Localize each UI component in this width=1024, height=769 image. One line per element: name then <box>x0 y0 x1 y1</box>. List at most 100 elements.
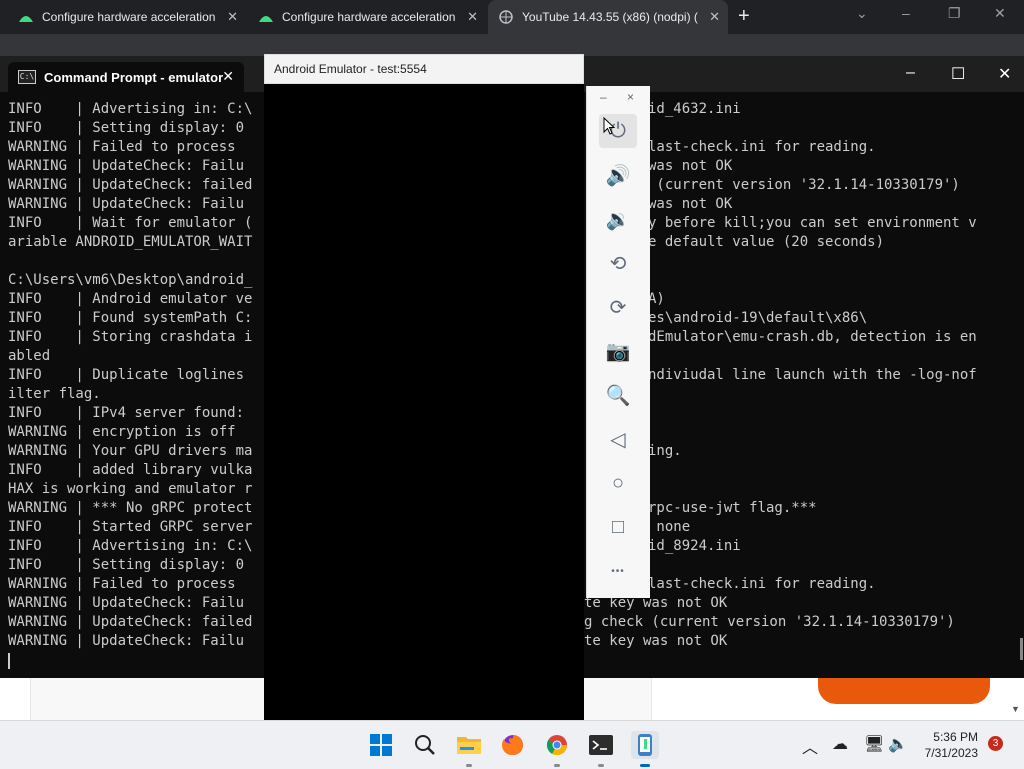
firefox-icon[interactable] <box>499 731 527 759</box>
terminal-line-right: rpc-use-jwt flag.*** <box>648 500 817 516</box>
terminal-line-right: g check (current version '32.1.14-103301… <box>584 614 955 630</box>
terminal-line: WARNING | *** No gRPC protect <box>8 500 253 516</box>
terminal-line: WARNING | Your GPU drivers ma <box>8 443 253 459</box>
android-studio-icon <box>259 16 273 22</box>
terminal-line: INFO | Advertising in: C:\ <box>8 101 253 117</box>
terminal-line-right: last-check.ini for reading. <box>648 139 876 155</box>
close-icon[interactable]: ✕ <box>467 9 478 25</box>
zoom-button[interactable]: 🔍 <box>599 378 637 412</box>
overview-button[interactable]: □ <box>599 510 637 544</box>
terminal-line: INFO | Found systemPath C: <box>8 310 253 326</box>
terminal-line-right: e default value (20 seconds) <box>648 234 885 250</box>
clock[interactable]: 5:36 PM 7/31/2023 <box>908 729 978 761</box>
screenshot-button[interactable]: 📷 <box>599 334 637 368</box>
notification-badge[interactable]: 3 <box>988 736 1003 751</box>
terminal-line-right: es\android-19\default\x86\ <box>648 310 868 326</box>
cloud-off-icon[interactable]: ☁ <box>832 734 848 754</box>
terminal-line: WARNING | Failed to process <box>8 576 236 592</box>
terminal-line-right: was not OK <box>648 196 733 212</box>
terminal-line: C:\Users\vm6\Desktop\android_ <box>8 272 253 288</box>
browser-tab-title: Configure hardware acceleration <box>282 10 456 24</box>
close-icon[interactable]: × <box>627 90 634 104</box>
emulator-screen[interactable] <box>264 84 584 720</box>
running-indicator <box>466 764 472 767</box>
text-cursor <box>8 653 10 669</box>
more-icon: ••• <box>611 565 625 577</box>
zoom-icon: 🔍 <box>605 384 631 407</box>
chrome-icon[interactable] <box>543 731 571 759</box>
terminal-line-right: (current version '32.1.14-10330179') <box>648 177 960 193</box>
browser-tab[interactable]: Configure hardware acceleration ✕ <box>0 0 246 34</box>
close-icon[interactable]: ✕ <box>709 9 720 25</box>
browser-tab-title: Configure hardware acceleration <box>42 10 216 24</box>
command-prompt-icon: C:\ <box>18 70 36 84</box>
running-indicator <box>554 764 560 767</box>
rotate-right-icon: ⟳ <box>609 296 627 319</box>
terminal-line: INFO | Advertising in: C:\ <box>8 538 253 554</box>
rotate-right-button[interactable]: ⟳ <box>599 290 637 324</box>
terminal-line: INFO | Storing crashdata i <box>8 329 253 345</box>
minimize-icon[interactable]: – <box>600 90 607 104</box>
terminal-line-right: te key was not OK <box>584 633 728 649</box>
terminal-icon[interactable] <box>587 731 615 759</box>
browser-tab[interactable]: Configure hardware acceleration ✕ <box>240 0 486 34</box>
terminal-line-right: none <box>648 519 691 535</box>
file-explorer-icon[interactable] <box>455 731 483 759</box>
terminal-line: WARNING | UpdateCheck: failed <box>8 177 253 193</box>
terminal-tab[interactable]: C:\ Command Prompt - emulator ✕ <box>8 62 244 92</box>
terminal-line: HAX is working and emulator r <box>8 481 253 497</box>
new-tab-button[interactable]: + <box>738 5 750 28</box>
terminal-line: INFO | IPv4 server found: <box>8 405 245 421</box>
close-icon[interactable]: ✕ <box>222 68 234 85</box>
rotate-left-button[interactable]: ⟲ <box>599 246 637 280</box>
rotate-left-icon: ⟲ <box>609 252 627 275</box>
terminal-line: ilter flag. <box>8 386 101 402</box>
terminal-line-right: last-check.ini for reading. <box>648 576 876 592</box>
terminal-line-right: id_8924.ini <box>648 538 741 554</box>
terminal-line: WARNING | encryption is off <box>8 424 236 440</box>
volume-down-button[interactable]: 🔉 <box>599 202 637 236</box>
browser-tab-active[interactable]: YouTube 14.43.55 (x86) (nodpi) (A ✕ <box>488 0 728 34</box>
home-button[interactable]: ○ <box>599 466 637 500</box>
close-icon[interactable]: ✕ <box>994 5 1006 22</box>
taskbar: ︿ ☁ 🖥 🔈 5:36 PM 7/31/2023 3 <box>0 720 1024 769</box>
screenshot-icon: 📷 <box>605 340 631 363</box>
maximize-icon[interactable]: ☐ <box>951 64 965 84</box>
terminal-line-right: id_4632.ini <box>648 101 741 117</box>
terminal-line: INFO | Setting display: 0 <box>8 557 245 573</box>
terminal-line: WARNING | UpdateCheck: Failu <box>8 158 245 174</box>
search-icon[interactable] <box>411 731 439 759</box>
more-button[interactable]: ••• <box>599 554 637 588</box>
running-indicator <box>640 764 650 767</box>
terminal-scrollbar[interactable] <box>1020 638 1023 660</box>
terminal-line-right: y before kill;you can set environment v <box>648 215 977 231</box>
minimize-icon[interactable]: – <box>906 64 915 82</box>
terminal-line: INFO | Duplicate loglines <box>8 367 245 383</box>
terminal-line-right: ing. <box>648 443 682 459</box>
emulator-icon[interactable] <box>631 731 659 759</box>
terminal-line: INFO | Wait for emulator ( <box>8 215 253 231</box>
volume-icon[interactable]: 🔈 <box>888 734 908 754</box>
chevron-down-icon[interactable]: ⌄ <box>856 5 868 22</box>
terminal-line-right: ndiviudal line launch with the -log-nof <box>648 367 977 383</box>
emulator-toolbar: – × ⏻ 🔊 🔉 ⟲ ⟳ 📷 🔍 ◁ ○ □ ••• <box>586 86 650 598</box>
chevron-up-icon[interactable]: ︿ <box>802 734 818 758</box>
close-icon[interactable]: ✕ <box>227 9 238 25</box>
volume-down-icon: 🔉 <box>605 208 631 231</box>
clock-time: 5:36 PM <box>933 730 978 744</box>
windows-start-icon[interactable] <box>367 731 395 759</box>
browser-tab-strip: Configure hardware acceleration ✕ Config… <box>0 0 1024 34</box>
terminal-line: WARNING | UpdateCheck: Failu <box>8 595 245 611</box>
back-icon: ◁ <box>610 428 626 451</box>
home-icon: ○ <box>611 471 625 494</box>
close-icon[interactable]: ✕ <box>998 64 1011 84</box>
network-icon[interactable]: 🖥 <box>864 734 884 754</box>
globe-icon <box>499 10 513 24</box>
overview-icon: □ <box>611 515 625 538</box>
terminal-line: INFO | added library vulka <box>8 462 253 478</box>
back-button[interactable]: ◁ <box>599 422 637 456</box>
scroll-down-arrow-icon[interactable]: ▼ <box>1011 704 1020 714</box>
minimize-icon[interactable]: – <box>902 5 910 21</box>
volume-up-button[interactable]: 🔊 <box>599 158 637 192</box>
restore-icon[interactable]: ❐ <box>948 5 961 22</box>
